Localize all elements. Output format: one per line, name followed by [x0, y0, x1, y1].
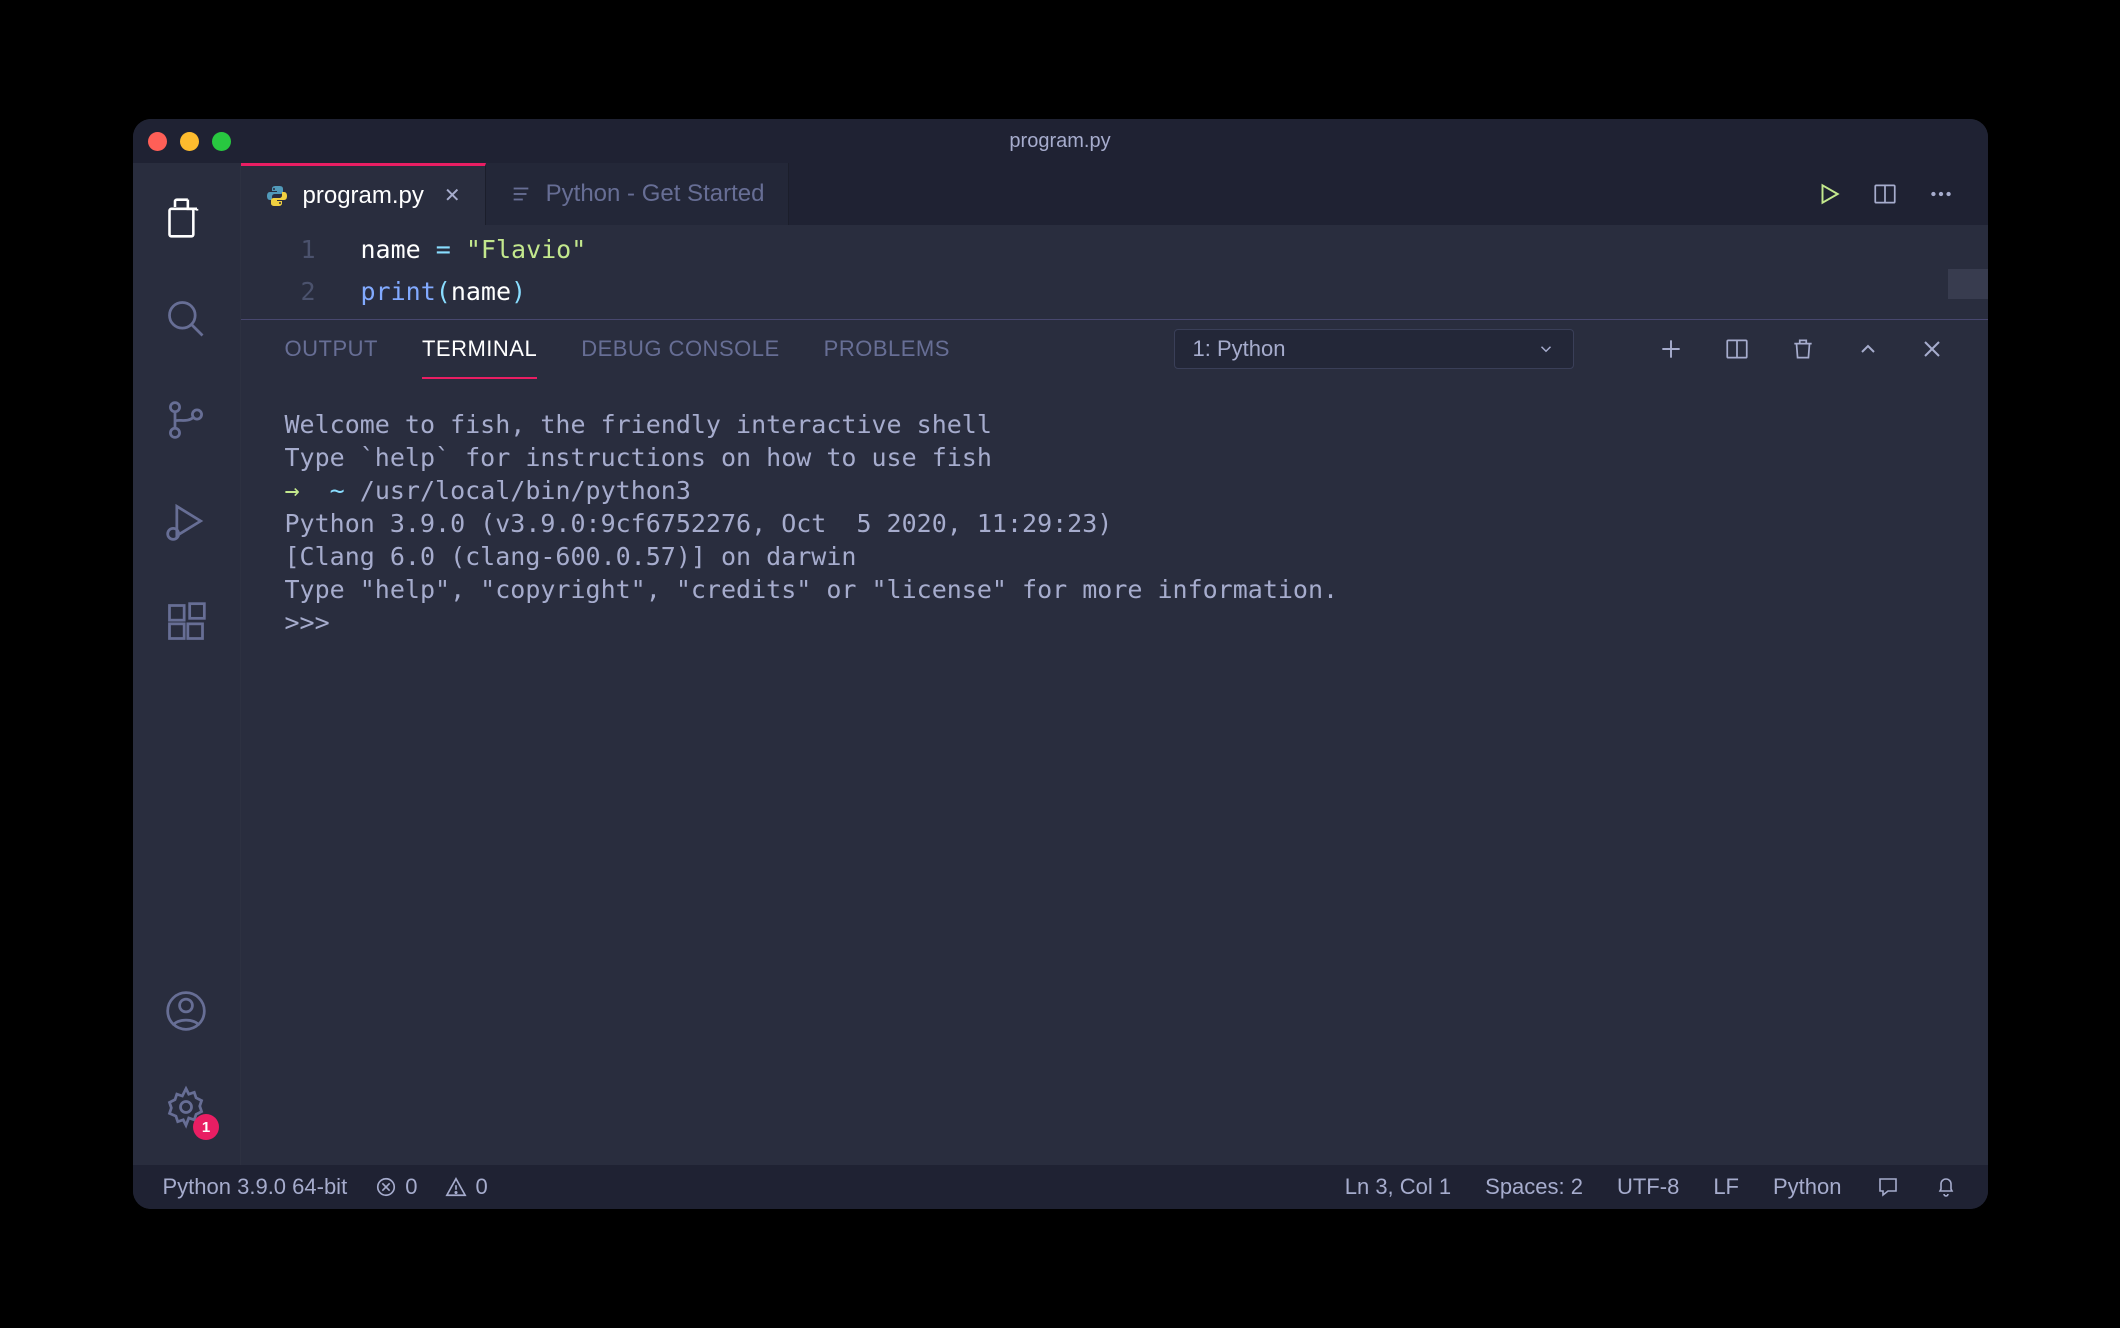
- line-number: 2: [241, 271, 361, 313]
- body-area: 1 program.py ✕: [133, 163, 1988, 1165]
- tab-python-get-started[interactable]: Python - Get Started: [486, 163, 790, 225]
- split-terminal-icon[interactable]: [1724, 336, 1750, 362]
- explorer-icon[interactable]: [158, 190, 214, 246]
- status-eol[interactable]: LF: [1713, 1174, 1739, 1200]
- tab-label: program.py: [303, 182, 424, 210]
- settings-badge: 1: [193, 1114, 219, 1140]
- run-debug-icon[interactable]: [158, 493, 214, 549]
- terminal-selector-label: 1: Python: [1193, 336, 1286, 362]
- titlebar: program.py: [133, 119, 1988, 163]
- notifications-bell-icon[interactable]: [1934, 1175, 1958, 1199]
- minimap[interactable]: [1948, 269, 1988, 299]
- bottom-panel: OUTPUT TERMINAL DEBUG CONSOLE PROBLEMS 1…: [241, 320, 1988, 1165]
- chevron-down-icon: [1537, 340, 1555, 358]
- panel-tab-terminal[interactable]: TERMINAL: [422, 322, 537, 376]
- status-errors[interactable]: 0: [375, 1174, 417, 1200]
- status-indentation[interactable]: Spaces: 2: [1485, 1174, 1583, 1200]
- accounts-icon[interactable]: [158, 983, 214, 1039]
- run-file-icon[interactable]: [1816, 181, 1842, 207]
- panel-tab-problems[interactable]: PROBLEMS: [824, 322, 950, 376]
- code-line-1: name = "Flavio": [361, 229, 587, 271]
- traffic-lights: [148, 132, 231, 151]
- lines-icon: [510, 183, 532, 205]
- split-editor-icon[interactable]: [1872, 181, 1898, 207]
- maximize-window-button[interactable]: [212, 132, 231, 151]
- new-terminal-icon[interactable]: [1658, 336, 1684, 362]
- terminal-selector[interactable]: 1: Python: [1174, 329, 1574, 369]
- close-window-button[interactable]: [148, 132, 167, 151]
- panel-tab-debug-console[interactable]: DEBUG CONSOLE: [581, 322, 779, 376]
- vscode-window: program.py: [133, 119, 1988, 1209]
- status-python-version[interactable]: Python 3.9.0 64-bit: [163, 1174, 348, 1200]
- panel-tab-output[interactable]: OUTPUT: [285, 322, 378, 376]
- status-warnings[interactable]: 0: [445, 1174, 487, 1200]
- window-title: program.py: [1009, 130, 1110, 153]
- main-column: program.py ✕ Python - Get Started: [241, 163, 1988, 1165]
- settings-gear-icon[interactable]: 1: [158, 1079, 214, 1135]
- activity-bar: 1: [133, 163, 241, 1165]
- feedback-icon[interactable]: [1876, 1175, 1900, 1199]
- python-file-icon: [265, 184, 289, 208]
- panel-tabs: OUTPUT TERMINAL DEBUG CONSOLE PROBLEMS 1…: [241, 320, 1988, 378]
- close-panel-icon[interactable]: [1920, 337, 1944, 361]
- tab-program-py[interactable]: program.py ✕: [241, 163, 486, 225]
- minimize-window-button[interactable]: [180, 132, 199, 151]
- status-cursor-position[interactable]: Ln 3, Col 1: [1345, 1174, 1451, 1200]
- extensions-icon[interactable]: [158, 594, 214, 650]
- more-actions-icon[interactable]: [1928, 181, 1954, 207]
- terminal-output[interactable]: Welcome to fish, the friendly interactiv…: [241, 378, 1988, 1165]
- tab-label: Python - Get Started: [546, 180, 765, 208]
- status-encoding[interactable]: UTF-8: [1617, 1174, 1679, 1200]
- editor-tabbar: program.py ✕ Python - Get Started: [241, 163, 1988, 225]
- status-language-mode[interactable]: Python: [1773, 1174, 1842, 1200]
- source-control-icon[interactable]: [158, 392, 214, 448]
- code-line-2: print(name): [361, 271, 527, 313]
- line-number: 1: [241, 229, 361, 271]
- close-tab-icon[interactable]: ✕: [444, 183, 461, 208]
- code-editor[interactable]: 1 name = "Flavio" 2 print(name): [241, 225, 1988, 320]
- maximize-panel-icon[interactable]: [1856, 337, 1880, 361]
- status-bar: Python 3.9.0 64-bit 0 0 Ln 3, Col 1 Spac…: [133, 1165, 1988, 1209]
- search-icon[interactable]: [158, 291, 214, 347]
- kill-terminal-icon[interactable]: [1790, 336, 1816, 362]
